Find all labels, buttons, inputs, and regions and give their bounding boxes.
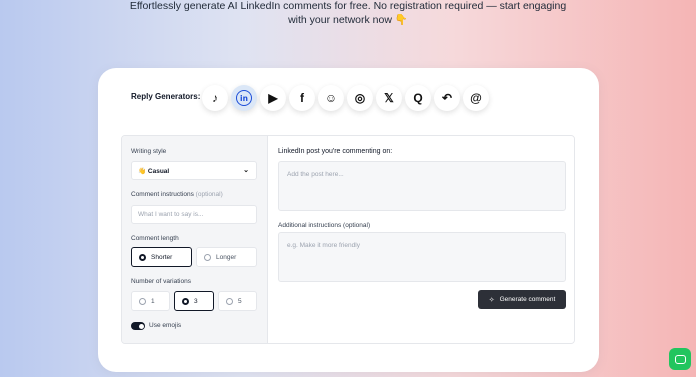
hero-line-1: Effortlessly generate AI LinkedIn commen… [129, 0, 567, 12]
chat-icon [674, 354, 686, 364]
chat-widget-button[interactable] [669, 348, 691, 370]
generator-card: Reply Generators: ♪ in ▶ f ☺ ◎ 𝕏 Q ↶ @ W… [98, 68, 599, 372]
variation-3-option[interactable]: 3 [174, 291, 214, 311]
radio-icon [226, 297, 233, 305]
optional-tag: (optional) [195, 191, 223, 198]
comment-instructions-input[interactable]: What I want to say is... [131, 205, 257, 224]
emoji-toggle[interactable] [131, 322, 145, 330]
radio-selected-icon [182, 297, 189, 305]
comment-length-label: Comment length [131, 235, 179, 242]
x-icon[interactable]: 𝕏 [376, 85, 402, 111]
linkedin-icon[interactable]: in [231, 85, 257, 111]
additional-instructions-textarea[interactable]: e.g. Make it more friendly [278, 232, 566, 282]
emoji-label: Use emojis [149, 322, 182, 329]
post-label: LinkedIn post you're commenting on: [278, 148, 393, 155]
length-longer-option[interactable]: Longer [196, 247, 257, 267]
sparkle-icon: ✧ [488, 296, 495, 304]
post-section: LinkedIn post you're commenting on: Add … [268, 136, 574, 343]
variations-label: Number of variations [131, 278, 191, 285]
reply-icon[interactable]: ↶ [434, 85, 460, 111]
reddit-icon[interactable]: ☺ [318, 85, 344, 111]
at-icon[interactable]: @ [463, 85, 489, 111]
hero-line-2: with your network now 👇 [288, 14, 408, 26]
facebook-icon[interactable]: f [289, 85, 315, 111]
instagram-icon[interactable]: ◎ [347, 85, 373, 111]
settings-sidebar: Writing style 👋 Casual ⌄ Comment instruc… [122, 136, 268, 343]
post-textarea[interactable]: Add the post here... [278, 161, 566, 211]
youtube-icon[interactable]: ▶ [260, 85, 286, 111]
radio-icon [204, 253, 211, 261]
writing-style-value: 👋 Casual [138, 167, 170, 175]
reply-generators-label: Reply Generators: [131, 92, 201, 101]
radio-icon [139, 297, 146, 305]
quora-icon[interactable]: Q [405, 85, 431, 111]
writing-style-label: Writing style [131, 148, 167, 155]
generate-comment-button[interactable]: ✧ Generate comment [478, 290, 566, 309]
tiktok-icon[interactable]: ♪ [202, 85, 228, 111]
radio-selected-icon [139, 253, 146, 261]
writing-style-select[interactable]: 👋 Casual ⌄ [131, 161, 257, 180]
variation-1-option[interactable]: 1 [131, 291, 170, 311]
chevron-down-icon: ⌄ [243, 167, 249, 174]
length-shorter-option[interactable]: Shorter [131, 247, 192, 267]
variation-5-option[interactable]: 5 [218, 291, 257, 311]
comment-form: Writing style 👋 Casual ⌄ Comment instruc… [121, 135, 575, 344]
additional-instructions-label: Additional instructions (optional) [278, 222, 371, 229]
comment-instructions-label: Comment instructions (optional) [131, 191, 223, 198]
